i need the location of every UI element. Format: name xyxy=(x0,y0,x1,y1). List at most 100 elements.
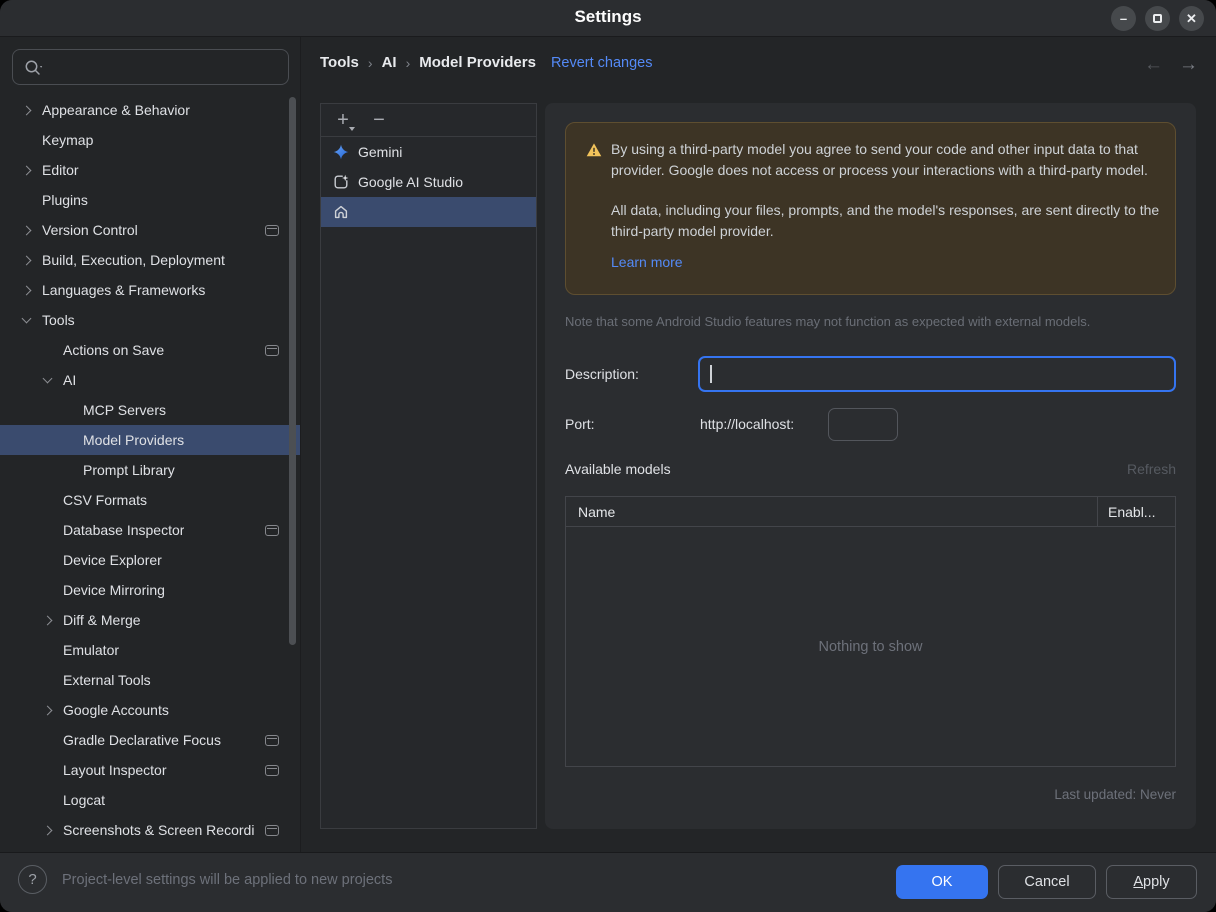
chevron-down-icon[interactable] xyxy=(13,305,42,335)
chevron-right-icon[interactable] xyxy=(13,155,42,185)
back-icon[interactable]: ← xyxy=(1144,54,1163,76)
project-settings-icon xyxy=(265,524,279,536)
sidebar-divider xyxy=(300,37,301,852)
port-input[interactable] xyxy=(828,408,898,441)
chevron-right-icon[interactable] xyxy=(13,215,42,245)
warning-paragraph-2: All data, including your files, prompts,… xyxy=(611,202,1160,239)
maximize-button[interactable] xyxy=(1145,6,1170,31)
minimize-button[interactable]: – xyxy=(1111,6,1136,31)
model-provider-form: By using a third-party model you agree t… xyxy=(545,103,1196,829)
window-title: Settings xyxy=(574,7,642,26)
sidebar-item-device-explorer[interactable]: Device Explorer xyxy=(0,545,300,575)
models-table-header: Name Enabl... xyxy=(566,496,1175,527)
sidebar-item-google-accounts[interactable]: Google Accounts xyxy=(0,695,300,725)
sidebar-item-ai[interactable]: AI xyxy=(0,365,300,395)
minus-icon: − xyxy=(373,109,385,131)
external-models-note: Note that some Android Studio features m… xyxy=(565,314,1091,329)
help-icon: ? xyxy=(28,871,37,888)
provider-item-new[interactable] xyxy=(321,197,536,227)
chevron-right-icon[interactable] xyxy=(13,245,42,275)
third-party-warning-banner: By using a third-party model you agree t… xyxy=(565,122,1176,295)
text-caret xyxy=(710,365,712,383)
project-settings-icon xyxy=(265,224,279,236)
models-table: Name Enabl... Nothing to show xyxy=(565,496,1176,767)
breadcrumb-model-providers[interactable]: Model Providers xyxy=(419,54,536,71)
sidebar-item-external-tools[interactable]: External Tools xyxy=(0,665,300,695)
chevron-right-icon[interactable] xyxy=(34,815,63,845)
sidebar-item-version-control[interactable]: Version Control xyxy=(0,215,300,245)
providers-panel: + − Gemini Google AI Studio xyxy=(320,103,537,829)
revert-changes-link[interactable]: Revert changes xyxy=(551,55,653,71)
project-settings-icon xyxy=(265,824,279,836)
chevron-right-icon[interactable] xyxy=(13,275,42,305)
footer-hint-text: Project-level settings will be applied t… xyxy=(62,872,393,888)
sidebar-item-gradle-declarative-focus[interactable]: Gradle Declarative Focus xyxy=(0,725,300,755)
sidebar-item-languages-frameworks[interactable]: Languages & Frameworks xyxy=(0,275,300,305)
add-provider-button[interactable]: + xyxy=(333,110,355,131)
chevron-right-icon: › xyxy=(367,54,373,71)
column-header-enabled[interactable]: Enabl... xyxy=(1097,496,1175,527)
window-controls: – ✕ xyxy=(1111,6,1204,31)
minimize-icon: – xyxy=(1119,11,1128,26)
gemini-sparkle-icon xyxy=(333,144,349,160)
available-models-label: Available models xyxy=(565,461,671,477)
description-input[interactable] xyxy=(698,356,1176,392)
chevron-right-icon[interactable] xyxy=(13,95,42,125)
warning-paragraph-1: By using a third-party model you agree t… xyxy=(611,141,1148,178)
home-icon xyxy=(334,205,348,219)
chevron-right-icon[interactable] xyxy=(34,605,63,635)
port-label: Port: xyxy=(565,416,595,432)
sidebar-item-tools[interactable]: Tools xyxy=(0,305,300,335)
sidebar-item-database-inspector[interactable]: Database Inspector xyxy=(0,515,300,545)
sidebar-item-screenshots-screen-recording[interactable]: Screenshots & Screen Recordi xyxy=(0,815,300,845)
learn-more-link[interactable]: Learn more xyxy=(611,252,683,273)
sidebar-item-build-execution-deployment[interactable]: Build, Execution, Deployment xyxy=(0,245,300,275)
empty-table-text: Nothing to show xyxy=(818,638,923,655)
settings-search-box[interactable] xyxy=(12,49,289,85)
localhost-prefix: http://localhost: xyxy=(700,416,795,432)
remove-provider-button[interactable]: − xyxy=(369,110,389,130)
forward-icon[interactable]: → xyxy=(1179,54,1198,76)
sidebar-item-emulator[interactable]: Emulator xyxy=(0,635,300,665)
provider-item-google-ai-studio[interactable]: Google AI Studio xyxy=(321,167,536,197)
project-settings-icon xyxy=(265,734,279,746)
dropdown-triangle-icon xyxy=(349,127,355,131)
sidebar-item-csv-formats[interactable]: CSV Formats xyxy=(0,485,300,515)
close-button[interactable]: ✕ xyxy=(1179,6,1204,31)
sidebar-item-plugins[interactable]: Plugins xyxy=(0,185,300,215)
cancel-button[interactable]: Cancel xyxy=(998,865,1096,899)
chevron-down-icon[interactable] xyxy=(34,365,63,395)
warning-icon xyxy=(586,143,602,157)
refresh-link[interactable]: Refresh xyxy=(1127,461,1176,477)
sidebar-item-prompt-library[interactable]: Prompt Library xyxy=(0,455,300,485)
sidebar-item-logcat[interactable]: Logcat xyxy=(0,785,300,815)
settings-tree: Appearance & Behavior Keymap Editor Plug… xyxy=(0,95,300,852)
description-label: Description: xyxy=(565,366,639,382)
ai-studio-icon xyxy=(334,174,349,189)
ok-button[interactable]: OK xyxy=(896,865,988,899)
sidebar-item-layout-inspector[interactable]: Layout Inspector xyxy=(0,755,300,785)
sidebar-item-keymap[interactable]: Keymap xyxy=(0,125,300,155)
search-input[interactable] xyxy=(49,52,282,82)
sidebar-item-model-providers[interactable]: Model Providers xyxy=(0,425,300,455)
close-icon: ✕ xyxy=(1186,10,1197,26)
sidebar-item-mcp-servers[interactable]: MCP Servers xyxy=(0,395,300,425)
sidebar-item-editor[interactable]: Editor xyxy=(0,155,300,185)
chevron-right-icon[interactable] xyxy=(34,695,63,725)
sidebar-item-actions-on-save[interactable]: Actions on Save xyxy=(0,335,300,365)
last-updated-text: Last updated: Never xyxy=(1054,787,1176,802)
chevron-right-icon: › xyxy=(405,54,411,71)
search-icon xyxy=(25,60,43,75)
provider-item-gemini[interactable]: Gemini xyxy=(321,137,536,167)
history-nav: ← → xyxy=(1144,54,1198,76)
sidebar-item-device-mirroring[interactable]: Device Mirroring xyxy=(0,575,300,605)
settings-window: Settings – ✕ Tools › AI › Model Provider… xyxy=(0,0,1216,912)
sidebar-item-diff-merge[interactable]: Diff & Merge xyxy=(0,605,300,635)
apply-button[interactable]: Apply xyxy=(1106,865,1197,899)
breadcrumb-tools[interactable]: Tools xyxy=(320,54,359,71)
breadcrumb-ai[interactable]: AI xyxy=(382,54,397,71)
sidebar-scrollbar[interactable] xyxy=(289,97,296,645)
help-button[interactable]: ? xyxy=(18,865,47,894)
sidebar-item-appearance-behavior[interactable]: Appearance & Behavior xyxy=(0,95,300,125)
column-header-name[interactable]: Name xyxy=(566,504,1097,520)
